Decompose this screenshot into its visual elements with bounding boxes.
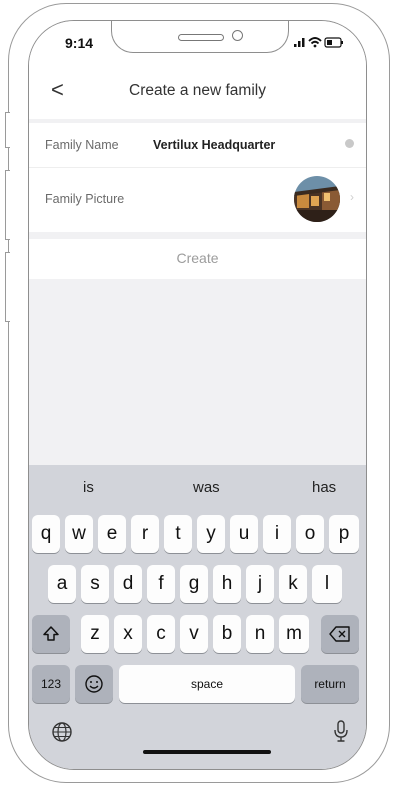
family-name-input[interactable]: Vertilux Headquarter	[153, 138, 275, 152]
backspace-icon	[329, 626, 350, 642]
create-button[interactable]: Create	[29, 250, 366, 266]
phone-screen: 9:14 < Create a new family Family Name V…	[28, 20, 367, 770]
numbers-key[interactable]: 123	[32, 665, 70, 703]
space-key[interactable]: space	[119, 665, 295, 703]
key-g[interactable]: g	[180, 565, 208, 603]
key-y[interactable]: y	[197, 515, 225, 553]
clear-icon[interactable]	[345, 139, 354, 148]
family-name-row[interactable]: Family Name Vertilux Headquarter	[29, 123, 366, 167]
key-h[interactable]: h	[213, 565, 241, 603]
keyboard: is was has q w e r t y u i o p a s d f g…	[29, 465, 366, 769]
key-a[interactable]: a	[48, 565, 76, 603]
key-l[interactable]: l	[312, 565, 342, 603]
family-picture-label: Family Picture	[45, 192, 125, 206]
key-r[interactable]: r	[131, 515, 159, 553]
key-q[interactable]: q	[32, 515, 60, 553]
emoji-icon	[85, 675, 103, 693]
side-button-volume-up	[5, 170, 10, 240]
key-z[interactable]: z	[81, 615, 109, 653]
shift-icon	[43, 626, 59, 641]
microphone-icon[interactable]	[333, 719, 349, 743]
key-i[interactable]: i	[263, 515, 291, 553]
navigation-bar: < Create a new family	[29, 67, 366, 119]
key-v[interactable]: v	[180, 615, 208, 653]
key-k[interactable]: k	[279, 565, 307, 603]
chevron-right-icon: ›	[350, 190, 354, 204]
suggestion-2[interactable]: was	[193, 479, 220, 496]
key-w[interactable]: w	[65, 515, 93, 553]
return-key[interactable]: return	[301, 665, 359, 703]
key-u[interactable]: u	[230, 515, 258, 553]
create-row: Create	[29, 239, 366, 279]
key-t[interactable]: t	[164, 515, 192, 553]
key-c[interactable]: c	[147, 615, 175, 653]
notch	[111, 21, 289, 53]
front-camera	[232, 30, 243, 41]
family-name-label: Family Name	[45, 138, 119, 152]
key-s[interactable]: s	[81, 565, 109, 603]
home-indicator	[143, 750, 271, 754]
key-b[interactable]: b	[213, 615, 241, 653]
shift-key[interactable]	[32, 615, 70, 653]
page-title: Create a new family	[129, 82, 266, 99]
suggestion-3[interactable]: has	[312, 479, 336, 496]
key-e[interactable]: e	[98, 515, 126, 553]
key-o[interactable]: o	[296, 515, 324, 553]
side-button-volume-down	[5, 252, 10, 322]
side-button-mute	[5, 112, 10, 148]
globe-icon[interactable]	[51, 721, 73, 743]
family-picture-row[interactable]: Family Picture ›	[29, 167, 366, 232]
status-icons	[294, 37, 343, 48]
key-p[interactable]: p	[329, 515, 359, 553]
status-bar: 9:14	[29, 21, 366, 67]
key-j[interactable]: j	[246, 565, 274, 603]
key-x[interactable]: x	[114, 615, 142, 653]
delete-key[interactable]	[321, 615, 359, 653]
suggestion-1[interactable]: is	[83, 479, 94, 496]
speaker	[178, 34, 224, 41]
key-d[interactable]: d	[114, 565, 142, 603]
status-time: 9:14	[65, 35, 94, 51]
key-m[interactable]: m	[279, 615, 309, 653]
emoji-key[interactable]	[75, 665, 113, 703]
key-f[interactable]: f	[147, 565, 175, 603]
key-n[interactable]: n	[246, 615, 274, 653]
family-picture-avatar[interactable]	[294, 176, 340, 222]
